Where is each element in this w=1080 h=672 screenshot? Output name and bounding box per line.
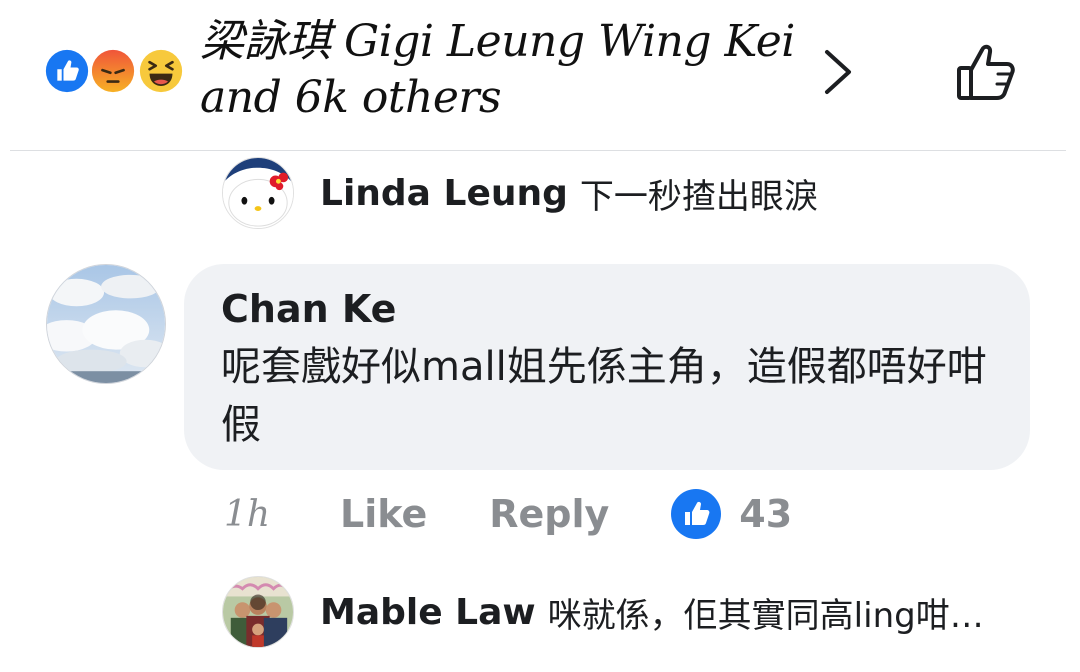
- reactors-text[interactable]: 梁詠琪 Gigi Leung Wing Kei and 6k others: [200, 14, 800, 126]
- comment-actions: 1h Like Reply 43: [224, 489, 792, 539]
- comment-bubble[interactable]: Chan Ke 呢套戲好似mall姐先係主角，造假都唔好咁假: [184, 264, 1030, 470]
- reply-preview-linda[interactable]: Linda Leung 下一秒揸出眼淚: [222, 156, 818, 230]
- comment-body: 呢套戲好似mall姐先係主角，造假都唔好咁假: [221, 344, 987, 448]
- reply-snippet: 下一秒揸出眼淚: [579, 176, 818, 217]
- like-reaction-icon[interactable]: [671, 489, 722, 539]
- header-divider: [10, 150, 1066, 151]
- comment-timestamp[interactable]: 1h: [224, 494, 340, 535]
- chevron-right-icon[interactable]: [815, 46, 859, 98]
- like-reaction-icon: [42, 46, 92, 96]
- avatar[interactable]: [222, 576, 294, 648]
- reply-preview-mable[interactable]: Mable Law 咪就係，佢其實同高ling咁…: [222, 575, 984, 649]
- like-button[interactable]: Like: [340, 492, 427, 536]
- reaction-count[interactable]: 43: [739, 492, 792, 536]
- haha-reaction-icon: [136, 46, 186, 96]
- thumbs-up-outline-icon[interactable]: [952, 40, 1020, 104]
- reaction-summary[interactable]: [42, 46, 192, 96]
- reply-author-name[interactable]: Mable Law: [320, 592, 536, 633]
- angry-reaction-icon: [88, 46, 138, 96]
- reply-button[interactable]: Reply: [489, 492, 609, 536]
- comment-author-name[interactable]: Chan Ke: [221, 286, 994, 332]
- avatar[interactable]: [222, 157, 294, 229]
- reply-snippet: 咪就係，佢其實同高ling咁…: [547, 595, 984, 636]
- avatar[interactable]: [46, 264, 166, 384]
- reply-author-name[interactable]: Linda Leung: [320, 173, 568, 214]
